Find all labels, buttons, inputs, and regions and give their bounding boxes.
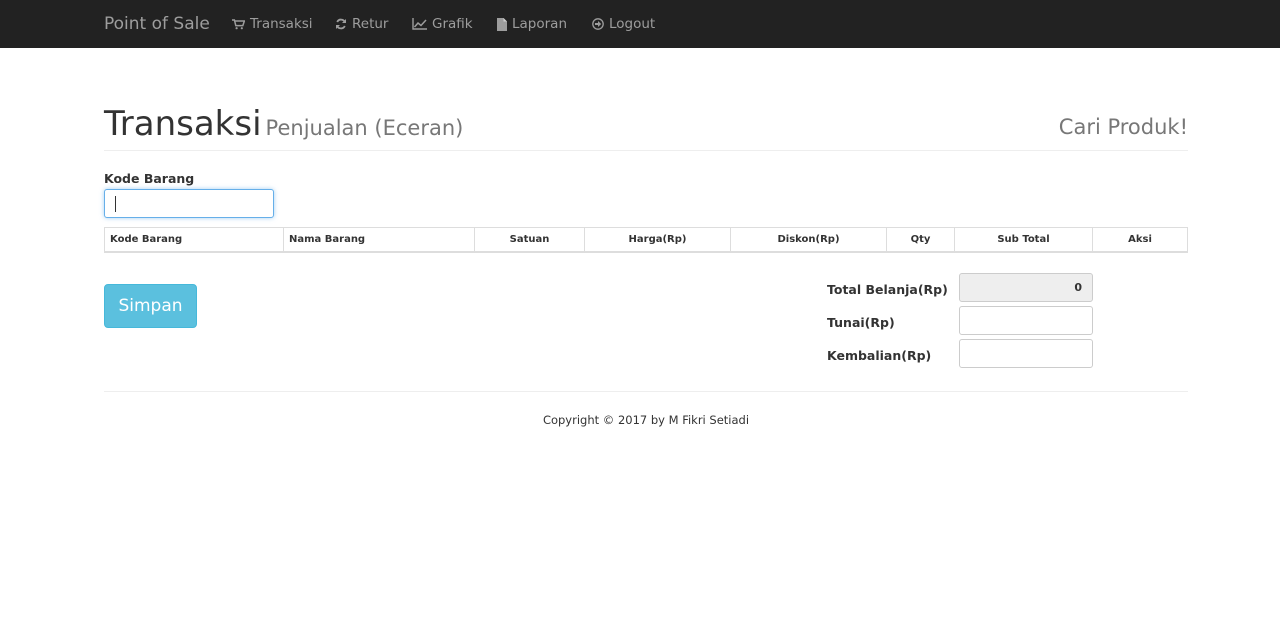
column-header-nama-barang: Nama Barang — [284, 228, 475, 252]
brand-link[interactable]: Point of Sale — [104, 13, 210, 35]
page-title: Transaksi Penjualan (Eceran) — [104, 102, 463, 150]
nav-item-label: Retur — [352, 16, 389, 32]
text-caret — [115, 196, 116, 212]
nav-item-logout[interactable]: Logout — [592, 0, 655, 48]
nav-item-grafik[interactable]: Grafik — [412, 0, 473, 48]
page-subtitle: Penjualan (Eceran) — [265, 116, 464, 140]
nav-item-label: Transaksi — [250, 16, 313, 32]
total-belanja-field: 0 — [959, 273, 1093, 302]
kode-barang-input[interactable] — [104, 189, 274, 218]
logout-icon — [592, 18, 604, 30]
kembalian-label: Kembalian(Rp) — [827, 348, 932, 363]
column-header-satuan: Satuan — [475, 228, 585, 252]
cart-icon — [232, 18, 245, 30]
footer-divider — [104, 391, 1188, 392]
copyright-text: Copyright © 2017 by M Fikri Setiadi — [542, 413, 750, 427]
page-title-text: Transaksi — [104, 104, 262, 144]
nav-item-transaksi[interactable]: Transaksi — [232, 0, 313, 48]
total-belanja-label: Total Belanja(Rp) — [827, 282, 948, 297]
navbar: Point of Sale Transaksi Retur Grafik Lap… — [0, 0, 1280, 48]
line-chart-icon — [412, 18, 427, 30]
column-header-diskon: Diskon(Rp) — [731, 228, 887, 252]
kode-barang-label: Kode Barang — [104, 171, 195, 186]
file-icon — [497, 17, 507, 31]
nav-item-laporan[interactable]: Laporan — [497, 0, 567, 48]
search-product-link[interactable]: Cari Produk! — [1059, 113, 1188, 141]
column-header-aksi: Aksi — [1128, 234, 1152, 245]
column-header-harga: Harga(Rp) — [585, 228, 731, 252]
column-header-qty: Qty — [887, 228, 955, 252]
nav-item-label: Logout — [609, 16, 656, 32]
kembalian-input[interactable] — [959, 339, 1093, 368]
nav-item-retur[interactable]: Retur — [335, 0, 388, 48]
refresh-icon — [335, 18, 347, 30]
nav-item-label: Grafik — [432, 16, 473, 32]
column-header-kode-barang: Kode Barang — [105, 228, 284, 252]
transaction-table: Kode Barang Nama Barang Satuan Harga(Rp)… — [104, 227, 1188, 253]
column-header-sub-total: Sub Total — [955, 228, 1093, 252]
page-header: Transaksi Penjualan (Eceran) Cari Produk! — [104, 100, 1188, 151]
tunai-input[interactable] — [959, 306, 1093, 335]
tunai-label: Tunai(Rp) — [827, 315, 895, 330]
save-button[interactable]: Simpan — [104, 284, 197, 328]
nav-item-label: Laporan — [512, 16, 568, 32]
